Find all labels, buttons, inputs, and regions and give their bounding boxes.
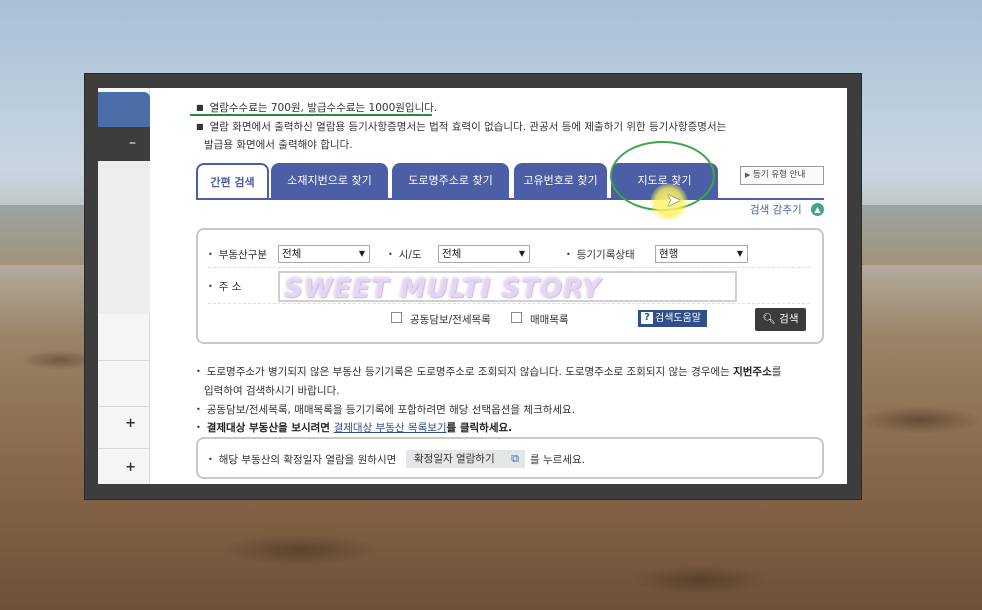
tab-road-address-search[interactable]: 도로명주소로 찾기 (392, 163, 509, 198)
record-status-select[interactable]: 현행 ▼ (655, 245, 748, 263)
registry-type-guide-button[interactable]: ▶ 등기 유형 안내 (740, 166, 824, 185)
tab-simple-search[interactable]: 간편 검색 (196, 163, 269, 199)
caret-down-icon: ▼ (736, 249, 743, 258)
bullet-icon: • (196, 405, 201, 414)
sidebar-expand-menu-2[interactable]: + (98, 460, 150, 475)
confirm-date-view-button[interactable]: 확정일자 열람하기 ⧉ (406, 450, 525, 468)
sidebar-submenu-area (98, 161, 150, 314)
minus-icon: – (129, 135, 136, 151)
tab-lot-number-search[interactable]: 소재지번으로 찾기 (271, 163, 388, 198)
joint-collateral-checkbox[interactable] (391, 312, 402, 323)
fee-notice: ■ 열람수수료는 700원, 발급수수료는 1000원입니다. (196, 102, 438, 114)
hide-search-link[interactable]: 검색 감추기 (750, 202, 802, 217)
property-type-select[interactable]: 전체 ▼ (278, 245, 370, 263)
caret-down-icon: ▼ (358, 249, 365, 258)
search-button[interactable]: 🔍︎ 검색 (755, 308, 806, 331)
mouse-pointer-icon: ➤ (666, 190, 682, 211)
property-type-label: • 부동산구분 (208, 249, 268, 261)
tab-underline (196, 198, 824, 200)
info-line-3: • 공동담보/전세목록, 매매목록을 등기기록에 포함하려면 해당 선택옵션을 체… (196, 404, 576, 416)
confirm-date-suffix: 를 누르세요. (530, 454, 585, 466)
plus-icon: + (125, 416, 136, 431)
magnifier-icon: 🔍︎ (762, 313, 776, 325)
tab-unique-number-search[interactable]: 고유번호로 찾기 (514, 163, 607, 198)
form-divider (208, 267, 810, 268)
bullet-icon: ■ (196, 103, 204, 112)
sidebar-collapse-menu[interactable]: – (98, 127, 150, 161)
confirm-date-text: • 해당 부동산의 확정일자 열람을 원하시면 (208, 454, 397, 466)
info-line-1: • 도로명주소가 병기되지 않은 부동산 등기기록은 도로명주소로 조회되지 않습… (196, 366, 782, 378)
sale-list-label: 매매목록 (530, 314, 569, 326)
form-divider (208, 303, 810, 304)
registry-search-screen: – + + ■ 열람수수료는 700원, 발급수수료는 1000원입니다. ■ 열람… (98, 88, 847, 484)
record-status-label: • 등기기록상태 (566, 249, 635, 261)
payment-property-list-link[interactable]: 결제대상 부동산 목록보기 (334, 422, 447, 434)
legal-notice-line2: 발급용 화면에서 출력해야 합니다. (204, 139, 353, 151)
legal-notice-line1: ■ 열람 화면에서 출력하신 열람용 등기사항증명서는 법적 효력이 없습니다. … (196, 121, 727, 133)
region-label: • 시/도 (388, 249, 422, 261)
sidebar-divider (98, 360, 150, 361)
bullet-icon: • (566, 250, 571, 259)
watermark-text: SWEET MULTI STORY (284, 274, 602, 304)
sidebar-active-menu[interactable] (98, 92, 150, 127)
left-sidebar: – + + (98, 88, 150, 484)
bullet-icon: • (208, 250, 213, 259)
bullet-icon: • (208, 455, 213, 464)
bullet-icon: • (208, 282, 213, 291)
info-line-2: 입력하여 검색하시기 바랍니다. (204, 385, 340, 397)
sale-list-checkbox[interactable] (511, 312, 522, 323)
info-line-4: • 결제대상 부동산을 보시려면 결제대상 부동산 목록보기를 클릭하세요. (196, 422, 513, 434)
address-label: • 주 소 (208, 281, 242, 293)
caret-down-icon: ▼ (518, 249, 525, 258)
bullet-icon: • (388, 250, 393, 259)
bullet-icon: ■ (196, 122, 204, 131)
question-icon: ? (641, 312, 653, 324)
external-link-icon: ⧉ (511, 452, 519, 465)
joint-collateral-label: 공동담보/전세목록 (410, 314, 491, 326)
plus-icon: + (125, 460, 136, 475)
sidebar-expand-menu-1[interactable]: + (98, 416, 150, 431)
bullet-icon: • (196, 367, 201, 376)
sidebar-divider (98, 406, 150, 407)
annotation-underline (190, 114, 432, 116)
search-help-button[interactable]: ? 검색도움말 (638, 310, 707, 327)
chevron-up-icon[interactable]: ▲ (811, 203, 824, 216)
play-arrow-icon: ▶ (745, 171, 751, 179)
region-select[interactable]: 전체 ▼ (438, 245, 530, 263)
bullet-icon: • (196, 423, 201, 432)
sidebar-divider (98, 448, 150, 449)
